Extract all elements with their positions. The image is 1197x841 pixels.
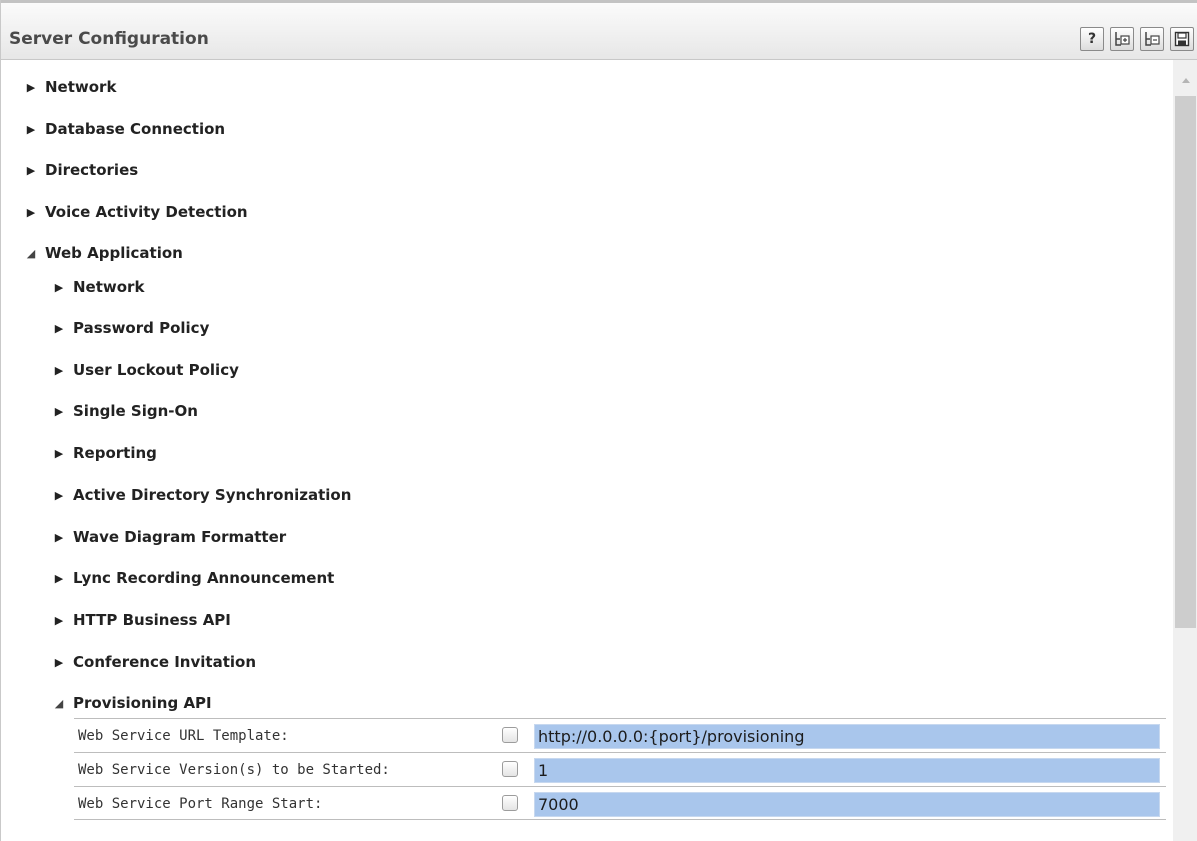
tree-node-label: Network — [45, 78, 117, 96]
tree-node-network[interactable]: ▶ Network — [23, 75, 117, 99]
collapse-all-button[interactable] — [1140, 27, 1164, 51]
tree-node-directories[interactable]: ▶ Directories — [23, 158, 138, 182]
collapsed-arrow-icon: ▶ — [54, 280, 64, 294]
server-configuration-panel: Server Configuration ? ▶ Network ▶ Datab… — [0, 0, 1197, 841]
collapsed-arrow-icon: ▶ — [54, 488, 64, 502]
tree-node-label: Web Application — [45, 244, 183, 262]
tree-node-label: Conference Invitation — [73, 653, 256, 671]
expanded-arrow-icon: ◢ — [54, 696, 64, 710]
tree-node-label: Single Sign-On — [73, 402, 198, 420]
collapse-all-icon — [1145, 32, 1160, 46]
property-row-port-range-start: Web Service Port Range Start: 7000 — [74, 786, 1166, 820]
tree-node-web-application[interactable]: ◢ Web Application — [23, 241, 183, 265]
tree-node-label: Directories — [45, 161, 139, 179]
save-button[interactable] — [1170, 27, 1194, 51]
tree-node-database-connection[interactable]: ▶ Database Connection — [23, 117, 225, 141]
collapsed-arrow-icon: ▶ — [54, 404, 64, 418]
property-row-service-versions: Web Service Version(s) to be Started: 1 — [74, 752, 1166, 786]
tree-node-label: Network — [73, 278, 145, 296]
collapsed-arrow-icon: ▶ — [54, 613, 64, 627]
panel-title: Server Configuration — [9, 29, 209, 49]
scroll-up-button[interactable] — [1173, 73, 1197, 87]
tree-node-web-network[interactable]: ▶ Network — [51, 275, 145, 299]
expand-all-button[interactable] — [1110, 27, 1134, 51]
tree-node-voice-activity-detection[interactable]: ▶ Voice Activity Detection — [23, 200, 248, 224]
save-icon — [1174, 31, 1190, 47]
tree-node-label: Lync Recording Announcement — [73, 569, 335, 587]
property-checkbox[interactable] — [502, 795, 518, 811]
header-toolbar: ? — [1080, 27, 1194, 51]
scroll-thumb[interactable] — [1175, 96, 1196, 628]
tree-node-reporting[interactable]: ▶ Reporting — [51, 441, 157, 465]
panel-header: Server Configuration ? — [1, 0, 1197, 60]
collapsed-arrow-icon: ▶ — [26, 122, 36, 136]
property-checkbox[interactable] — [502, 727, 518, 743]
collapsed-arrow-icon: ▶ — [26, 205, 36, 219]
tree-node-user-lockout-policy[interactable]: ▶ User Lockout Policy — [51, 358, 239, 382]
tree-node-label: Voice Activity Detection — [45, 203, 248, 221]
scroll-up-arrow-icon — [1181, 78, 1190, 83]
tree-node-single-sign-on[interactable]: ▶ Single Sign-On — [51, 399, 198, 423]
property-row-url-template: Web Service URL Template: http://0.0.0.0… — [74, 718, 1166, 752]
property-label: Web Service Version(s) to be Started: — [78, 762, 390, 778]
collapsed-arrow-icon: ▶ — [54, 530, 64, 544]
tree-node-label: HTTP Business API — [73, 611, 231, 629]
property-value-input[interactable]: http://0.0.0.0:{port}/provisioning — [534, 724, 1160, 749]
expand-all-icon — [1115, 32, 1130, 46]
tree-node-label: Reporting — [73, 444, 157, 462]
vertical-scrollbar[interactable] — [1173, 60, 1197, 841]
tree-node-provisioning-api[interactable]: ◢ Provisioning API — [51, 691, 212, 715]
tree-node-password-policy[interactable]: ▶ Password Policy — [51, 316, 210, 340]
tree-node-label: Active Directory Synchronization — [73, 486, 352, 504]
property-label: Web Service Port Range Start: — [78, 796, 323, 812]
tree-node-http-business-api[interactable]: ▶ HTTP Business API — [51, 608, 231, 632]
tree-node-label: Database Connection — [45, 120, 226, 138]
collapsed-arrow-icon: ▶ — [54, 446, 64, 460]
property-value-input[interactable]: 1 — [534, 758, 1160, 783]
collapsed-arrow-icon: ▶ — [54, 571, 64, 585]
collapsed-arrow-icon: ▶ — [54, 321, 64, 335]
help-icon: ? — [1087, 31, 1097, 47]
tree-node-label: Wave Diagram Formatter — [73, 528, 287, 546]
property-value-input[interactable]: 7000 — [534, 792, 1160, 817]
collapsed-arrow-icon: ▶ — [54, 655, 64, 669]
tree-node-label: Provisioning API — [73, 694, 212, 712]
expanded-arrow-icon: ◢ — [26, 246, 36, 260]
tree-node-label: User Lockout Policy — [73, 361, 239, 379]
collapsed-arrow-icon: ▶ — [54, 363, 64, 377]
tree-node-active-directory-synchronization[interactable]: ▶ Active Directory Synchronization — [51, 483, 352, 507]
tree-node-lync-recording-announcement[interactable]: ▶ Lync Recording Announcement — [51, 566, 335, 590]
property-checkbox[interactable] — [502, 761, 518, 777]
collapsed-arrow-icon: ▶ — [26, 80, 36, 94]
tree-node-wave-diagram-formatter[interactable]: ▶ Wave Diagram Formatter — [51, 525, 286, 549]
help-button[interactable]: ? — [1080, 27, 1104, 51]
property-label: Web Service URL Template: — [78, 728, 289, 744]
collapsed-arrow-icon: ▶ — [26, 163, 36, 177]
tree-node-conference-invitation[interactable]: ▶ Conference Invitation — [51, 650, 256, 674]
config-tree: ▶ Network ▶ Database Connection ▶ Direct… — [1, 60, 1173, 841]
tree-node-label: Password Policy — [73, 319, 210, 337]
